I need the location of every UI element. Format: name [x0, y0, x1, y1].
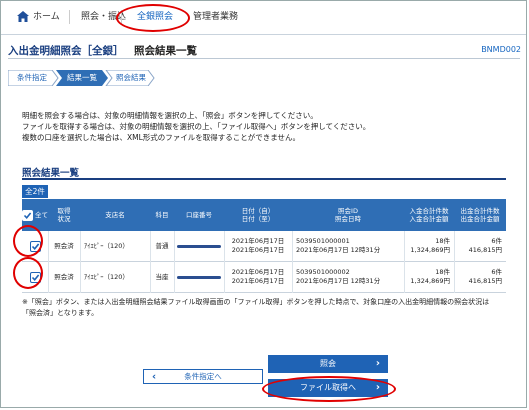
header-deposit: 入金合計件数 入金合計金額: [409, 207, 449, 223]
column-divider: [454, 231, 455, 293]
inquire-button-label: 照会: [320, 359, 336, 368]
home-icon: [17, 11, 29, 22]
deposit-count: 18件: [435, 268, 450, 276]
withdraw-amount: 416,815円: [468, 277, 502, 285]
results-section-title: 照会結果一覧: [22, 168, 80, 179]
deposit-count: 18件: [435, 237, 450, 245]
header-branch: 支店名: [105, 211, 125, 219]
date-from: 2021年06月17日: [231, 237, 285, 245]
type-cell: 普通: [155, 241, 169, 250]
table-row[interactable]: 照会済 ｱｲｴﾋﾟｰ（120） 当座 2021年06月17日 2021年06月1…: [22, 262, 506, 293]
column-divider: [174, 231, 175, 293]
highlight-oval-nav: [116, 4, 190, 32]
date-cell: 2021年06月17日 2021年06月17日: [224, 262, 292, 292]
column-divider: [292, 231, 293, 293]
highlight-oval-file-button: [262, 376, 396, 402]
inquire-button[interactable]: 照会 ›: [268, 355, 388, 373]
select-all-label: 全て: [35, 211, 48, 219]
result-count-badge: 全2件: [22, 185, 48, 198]
status-cell: 照会済: [54, 241, 74, 250]
withdraw-amount: 416,815円: [468, 246, 502, 254]
deposit-cell: 18件 1,324,869円: [404, 231, 450, 261]
inquiry-time: 2021年06月17日 12時31分: [296, 246, 381, 254]
back-to-conditions-button[interactable]: ‹ 条件指定へ: [143, 369, 263, 384]
branch-cell: ｱｲｴﾋﾟｰ（120）: [84, 241, 129, 250]
select-all-checkbox[interactable]: [22, 209, 33, 221]
header-withdraw: 出金合計件数 出金合計金額: [460, 207, 500, 223]
step-results-list: 結果一覧: [67, 73, 97, 82]
instruction-line: ファイルを取得する場合は、対象の明細情報を選択の上、「ファイル取得へ」ボタンを押…: [22, 122, 371, 131]
instruction-line: 明細を照会する場合は、対象の明細情報を選択の上、「照会」ボタンを押してください。: [22, 111, 318, 120]
type-cell: 当座: [155, 272, 169, 281]
back-button-label: 条件指定へ: [184, 372, 222, 381]
section-divider: [22, 178, 506, 180]
top-nav: ホーム 照会・振込 全銀照会 管理者業務: [1, 1, 526, 35]
highlight-oval-checkbox: [13, 225, 43, 257]
screen-id: BNMD002: [481, 45, 521, 54]
note-line: ※「照会」ボタン、または入出金明細照会結果ファイル取得画面の「ファイル取得」ボタ…: [22, 298, 490, 306]
header-inquiry: 照会ID 照会日時: [335, 207, 361, 223]
nav-divider: [69, 10, 70, 24]
column-divider: [48, 231, 49, 293]
inquiry-id: 5039501000002: [296, 268, 350, 276]
header-account: 口座番号: [186, 211, 212, 219]
date-to: 2021年06月17日: [231, 246, 285, 254]
header-date: 日付（自） 日付（至）: [241, 207, 275, 223]
highlight-oval-checkbox: [13, 257, 43, 289]
column-divider: [80, 231, 81, 293]
inquiry-id: 5039501000001: [296, 237, 350, 245]
date-to: 2021年06月17日: [231, 277, 285, 285]
masked-account-number: [177, 275, 221, 279]
check-icon: [23, 211, 32, 219]
column-divider: [404, 231, 405, 293]
date-from: 2021年06月17日: [231, 268, 285, 276]
table-row[interactable]: 照会済 ｱｲｴﾋﾟｰ（120） 普通 2021年06月17日 2021年06月1…: [22, 231, 506, 262]
chevron-left-icon: ‹: [152, 371, 157, 382]
instruction-line: 複数の口座を選択した場合は、XML形式のファイルを取得することができません。: [22, 133, 301, 142]
page-title: 入出金明細照会［全銀］: [8, 45, 124, 57]
step-inquiry-results: 照会結果: [116, 73, 146, 82]
status-cell: 照会済: [54, 272, 74, 281]
withdraw-cell: 6件 416,815円: [454, 262, 502, 292]
page-subtitle: 照会結果一覧: [134, 45, 197, 57]
deposit-amount: 1,324,869円: [410, 246, 450, 254]
deposit-cell: 18件 1,324,869円: [404, 262, 450, 292]
header-status: 取得 状況: [57, 207, 71, 223]
column-divider: [150, 231, 151, 293]
title-divider: [8, 58, 520, 59]
withdraw-cell: 6件 416,815円: [454, 231, 502, 261]
account-cell: [174, 262, 224, 292]
nav-admin[interactable]: 管理者業務: [193, 9, 238, 25]
header-type: 科目: [155, 211, 169, 219]
column-divider: [224, 231, 225, 293]
step-conditions: 条件指定: [17, 73, 47, 82]
masked-account-number: [177, 244, 221, 248]
inquiry-time: 2021年06月17日 12時31分: [296, 277, 381, 285]
date-cell: 2021年06月17日 2021年06月17日: [224, 231, 292, 261]
chevron-right-icon: ›: [375, 358, 380, 369]
note-line: 「照会済」となります。: [22, 309, 99, 317]
table-header-row: 全て 取得 状況 支店名 科目 口座番号 日付（自） 日付（至） 照会ID 照会…: [22, 199, 506, 231]
nav-home[interactable]: ホーム: [33, 9, 60, 25]
inquiry-cell: 5039501000001 2021年06月17日 12時31分: [296, 231, 402, 261]
deposit-amount: 1,324,869円: [410, 277, 450, 285]
branch-cell: ｱｲｴﾋﾟｰ（120）: [84, 272, 129, 281]
account-cell: [174, 231, 224, 261]
inquiry-cell: 5039501000002 2021年06月17日 12時31分: [296, 262, 402, 292]
withdraw-count: 6件: [491, 237, 502, 245]
withdraw-count: 6件: [491, 268, 502, 276]
